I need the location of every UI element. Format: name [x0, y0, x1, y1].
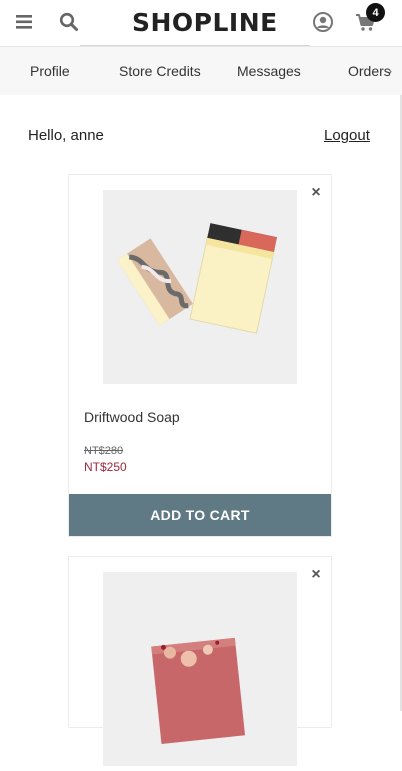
chevron-right-icon[interactable]: ›	[388, 64, 392, 78]
remove-item-icon[interactable]: ×	[309, 185, 323, 201]
account-tabs: Profile Store Credits Messages Orders ›	[0, 47, 402, 95]
wishlist-item: ×	[68, 556, 332, 766]
shopline-logo[interactable]: SHOPLINE	[132, 8, 278, 38]
user-icon[interactable]	[312, 11, 334, 33]
tab-store-credits[interactable]: Store Credits	[119, 47, 201, 95]
menu-icon[interactable]	[14, 11, 36, 33]
original-price: NT$280	[84, 445, 124, 457]
product-image[interactable]	[103, 190, 297, 384]
product-image[interactable]	[103, 572, 297, 766]
logout-link[interactable]: Logout	[324, 127, 370, 144]
top-header: SHOPLINE 4	[0, 0, 402, 47]
header-divider	[80, 45, 310, 46]
tab-profile[interactable]: Profile	[30, 47, 70, 95]
cart-count-badge: 4	[366, 3, 385, 22]
wishlist-item: × Driftwood Soap NT$280 NT$250 ADD TO CA…	[68, 174, 332, 537]
remove-item-icon[interactable]: ×	[309, 567, 323, 583]
tab-orders[interactable]: Orders	[348, 47, 391, 95]
greeting-text: Hello, anne	[28, 127, 104, 144]
tab-messages[interactable]: Messages	[237, 47, 301, 95]
search-icon[interactable]	[58, 11, 80, 33]
product-name[interactable]: Driftwood Soap	[84, 409, 180, 425]
add-to-cart-button[interactable]: ADD TO CART	[69, 494, 331, 536]
sale-price: NT$250	[84, 460, 127, 474]
